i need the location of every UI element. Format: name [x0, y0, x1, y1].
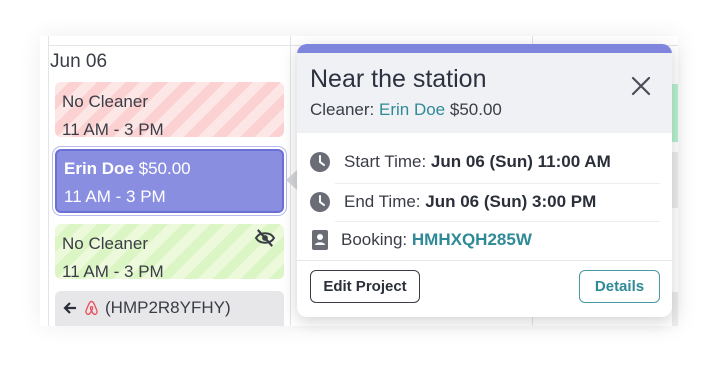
event-time: 11 AM - 3 PM [62, 262, 164, 281]
popover-subtitle: Cleaner: Erin Doe $50.00 [310, 100, 502, 120]
event-price: $50.00 [138, 159, 191, 178]
event-title: No Cleaner [62, 92, 148, 111]
event-selected[interactable]: Erin Doe $50.00 11 AM - 3 PM [55, 149, 284, 213]
start-time-label: Start Time: [344, 152, 427, 171]
event-title: Erin Doe [64, 159, 134, 178]
event-no-cleaner[interactable]: No Cleaner 11 AM - 3 PM [55, 82, 284, 139]
event-preview[interactable] [672, 84, 678, 142]
details-button[interactable]: Details [579, 270, 660, 303]
event-preview[interactable] [672, 152, 678, 208]
booking-label: Booking: [341, 230, 408, 249]
clock-icon [310, 152, 330, 172]
end-time-label: End Time: [344, 192, 421, 211]
airbnb-icon [85, 300, 98, 315]
start-time-row: Start Time: Jun 06 (Sun) 11:00 AM [309, 143, 660, 181]
booking-code-link[interactable]: HMHXQH285W [412, 230, 532, 250]
cleaner-name-link[interactable]: Erin Doe [379, 100, 445, 119]
popover-title: Near the station [310, 65, 487, 93]
footer-divider [297, 260, 672, 261]
clock-icon [310, 192, 330, 212]
event-booking[interactable]: (HMP2R8YFHY) [55, 291, 284, 326]
close-icon[interactable] [630, 75, 652, 97]
event-booking-code: (HMP2R8YFHY) [105, 298, 231, 317]
edit-project-button[interactable]: Edit Project [310, 270, 420, 303]
start-time-value: Jun 06 (Sun) 11:00 AM [430, 152, 611, 171]
popover-accent-bar [297, 44, 672, 53]
event-preview[interactable] [672, 292, 678, 326]
cleaner-price: $50.00 [449, 100, 502, 119]
event-title: No Cleaner [62, 234, 148, 253]
popover-header: Near the station Cleaner: Erin Doe $50.0… [297, 53, 672, 133]
day-header: Jun 06 [50, 51, 108, 72]
cleaner-label: Cleaner: [310, 100, 375, 119]
column-divider [48, 36, 49, 326]
arrow-left-icon [63, 302, 76, 314]
event-time: 11 AM - 3 PM [62, 120, 164, 139]
end-time-value: Jun 06 (Sun) 3:00 PM [425, 192, 597, 211]
booking-row: Booking: HMHXQH285W [309, 221, 660, 259]
event-time: 11 AM - 3 PM [64, 187, 166, 206]
end-time-row: End Time: Jun 06 (Sun) 3:00 PM [309, 183, 660, 221]
popover-arrow [286, 170, 297, 190]
event-no-cleaner-hidden[interactable]: No Cleaner 11 AM - 3 PM [55, 224, 284, 281]
eye-off-icon [254, 229, 276, 247]
event-popover: Near the station Cleaner: Erin Doe $50.0… [297, 44, 672, 317]
contact-book-icon [312, 230, 328, 250]
